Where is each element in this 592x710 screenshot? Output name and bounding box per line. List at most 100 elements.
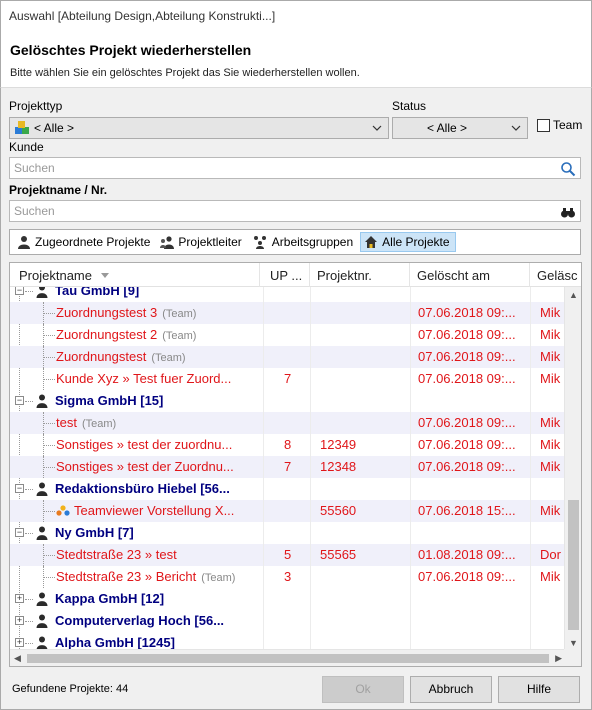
status-label: Status bbox=[392, 99, 427, 113]
tree-connector bbox=[43, 555, 55, 556]
column-header-projektnr[interactable]: Projektnr. bbox=[311, 263, 410, 287]
table-row[interactable]: Zuordnungstest 3 (Team) 07.06.2018 09:... M… bbox=[10, 302, 566, 324]
cancel-button[interactable]: Abbruch bbox=[410, 676, 492, 703]
column-separator bbox=[530, 522, 531, 544]
table-row[interactable]: Teamviewer Vorstellung X... 55560 07.06.20… bbox=[10, 500, 566, 522]
tab-alle-projekte[interactable]: Alle Projekte bbox=[360, 232, 456, 252]
cell-geloescht-von: Mik bbox=[540, 305, 561, 320]
scroll-up-icon[interactable]: ▲ bbox=[569, 290, 578, 300]
projektname-label: Projektname / Nr. bbox=[9, 183, 108, 197]
expand-icon[interactable]: + bbox=[15, 638, 24, 647]
column-separator bbox=[410, 566, 411, 588]
collapse-icon[interactable]: − bbox=[15, 484, 24, 493]
cell-up: 8 bbox=[284, 437, 292, 452]
column-separator bbox=[263, 287, 264, 302]
column-separator bbox=[530, 566, 531, 588]
group-row[interactable]: − Redaktionsbüro Hiebel [56... bbox=[10, 478, 566, 500]
table-row[interactable]: Zuordnungstest 2 (Team) 07.06.2018 09:... M… bbox=[10, 324, 566, 346]
group-name: Computerverlag Hoch [56... bbox=[55, 613, 225, 628]
binoculars-icon[interactable] bbox=[560, 204, 576, 220]
cell-up: 7 bbox=[284, 459, 292, 474]
project-name-text: Stedtstraße 23 » test bbox=[56, 547, 177, 562]
tab-label: Arbeitsgruppen bbox=[271, 235, 354, 249]
table-row[interactable]: Zuordnungstest (Team) 07.06.2018 09:... Mik bbox=[10, 346, 566, 368]
collapse-icon[interactable]: − bbox=[15, 528, 24, 537]
column-separator bbox=[410, 544, 411, 566]
column-header-geloescht-am[interactable]: Gelöscht am bbox=[411, 263, 530, 287]
group-row[interactable]: − Sigma GmbH [15] bbox=[10, 390, 566, 412]
project-name-text: Zuordnungstest bbox=[56, 349, 147, 364]
horizontal-scrollbar[interactable]: ◀ ▶ bbox=[10, 649, 566, 666]
group-row[interactable]: + Computerverlag Hoch [56... bbox=[10, 610, 566, 632]
team-checkbox[interactable] bbox=[537, 119, 550, 132]
projekttyp-select[interactable]: < Alle > bbox=[9, 117, 389, 139]
vertical-scroll-thumb[interactable] bbox=[568, 500, 579, 630]
projektname-search-input[interactable]: Suchen bbox=[9, 200, 581, 222]
tree-connector bbox=[43, 423, 55, 424]
table-row[interactable]: Stedtstraße 23 » test 5 55565 01.08.2018 09… bbox=[10, 544, 566, 566]
help-button[interactable]: Hilfe bbox=[498, 676, 580, 703]
column-separator bbox=[410, 478, 411, 500]
project-name-text: Zuordnungstest 3 bbox=[56, 305, 158, 320]
tree-connector bbox=[43, 577, 55, 578]
team-tag: (Team) bbox=[162, 308, 197, 320]
group-row[interactable]: − Ny GmbH [7] bbox=[10, 522, 566, 544]
vertical-scrollbar[interactable]: ▲ ▼ bbox=[564, 287, 581, 651]
table-row[interactable]: Kunde Xyz » Test fuer Zuord... 7 07.06.201… bbox=[10, 368, 566, 390]
tab-projektleiter[interactable]: Projektleiter bbox=[157, 232, 246, 252]
project-filter-tabs: Zugeordnete Projekte Projektleiter Arbei… bbox=[9, 229, 581, 255]
column-separator bbox=[310, 456, 311, 478]
column-separator bbox=[410, 346, 411, 368]
ok-button[interactable]: Ok bbox=[322, 676, 404, 703]
column-header-up[interactable]: UP ... bbox=[264, 263, 310, 287]
customer-icon bbox=[36, 287, 48, 301]
cell-geloescht-am: 07.06.2018 09:... bbox=[418, 569, 516, 584]
column-separator bbox=[310, 324, 311, 346]
column-header-geloescht-von[interactable]: Geläsc bbox=[531, 263, 581, 287]
tree-connector bbox=[25, 621, 33, 622]
horizontal-scroll-thumb[interactable] bbox=[27, 654, 549, 663]
cell-geloescht-am: 07.06.2018 09:... bbox=[418, 459, 516, 474]
expand-icon[interactable]: + bbox=[15, 594, 24, 603]
column-separator bbox=[263, 478, 264, 500]
collapse-icon[interactable]: − bbox=[15, 287, 24, 295]
group-row[interactable]: − Tau GmbH [9] bbox=[10, 287, 566, 302]
column-separator bbox=[410, 412, 411, 434]
expand-icon[interactable]: + bbox=[15, 616, 24, 625]
projekttyp-value: < Alle > bbox=[34, 121, 75, 135]
scroll-left-icon[interactable]: ◀ bbox=[14, 653, 21, 664]
team-tag: (Team) bbox=[81, 418, 117, 430]
tab-arbeitsgruppen[interactable]: Arbeitsgruppen bbox=[249, 232, 358, 252]
table-row[interactable]: Stedtstraße 23 » Bericht (Team) 3 07.06.201… bbox=[10, 566, 566, 588]
table-row[interactable]: test (Team) 07.06.2018 09:... Mik bbox=[10, 412, 566, 434]
cell-geloescht-von: Mik bbox=[540, 415, 561, 430]
project-name-text: Stedtstraße 23 » Bericht bbox=[56, 569, 197, 584]
collapse-icon[interactable]: − bbox=[15, 396, 24, 405]
column-separator bbox=[530, 368, 531, 390]
kunde-search-input[interactable]: Suchen bbox=[9, 157, 581, 179]
table-row[interactable]: Sonstiges » test der zuordnu... 8 12349 07.… bbox=[10, 434, 566, 456]
cell-geloescht-am: 07.06.2018 09:... bbox=[418, 437, 516, 452]
column-separator bbox=[310, 390, 311, 412]
project-name-text: Sonstiges » test der zuordnu... bbox=[56, 437, 233, 452]
status-select[interactable]: < Alle > bbox=[392, 117, 528, 139]
projekttyp-icon bbox=[14, 120, 30, 136]
tab-zugeordnete-projekte[interactable]: Zugeordnete Projekte bbox=[14, 232, 155, 252]
customer-icon bbox=[36, 394, 48, 411]
table-row[interactable]: Sonstiges » test der Zuordnu... 7 12348 07.… bbox=[10, 456, 566, 478]
search-icon[interactable] bbox=[560, 161, 576, 177]
group-row[interactable]: + Kappa GmbH [12] bbox=[10, 588, 566, 610]
cell-geloescht-von: Mik bbox=[540, 327, 561, 342]
scroll-down-icon[interactable]: ▼ bbox=[569, 638, 578, 648]
deleted-projects-grid[interactable]: Projektname UP ... Projektnr. Gelöscht a… bbox=[9, 262, 582, 667]
cell-geloescht-von: Mik bbox=[540, 459, 561, 474]
column-header-projektname[interactable]: Projektname bbox=[10, 263, 260, 287]
grid-rows: − Tau GmbH [9] Zuordnungstest 3 (Team) 07.06… bbox=[10, 287, 566, 651]
cell-geloescht-von: Mik bbox=[540, 349, 561, 364]
projekttyp-label: Projekttyp bbox=[9, 99, 63, 113]
column-separator bbox=[263, 302, 264, 324]
project-name: Sonstiges » test der Zuordnu... bbox=[56, 459, 260, 474]
scroll-right-icon[interactable]: ▶ bbox=[555, 653, 562, 664]
found-projects-count: Gefundene Projekte: 44 bbox=[12, 683, 129, 695]
column-separator bbox=[310, 500, 311, 522]
